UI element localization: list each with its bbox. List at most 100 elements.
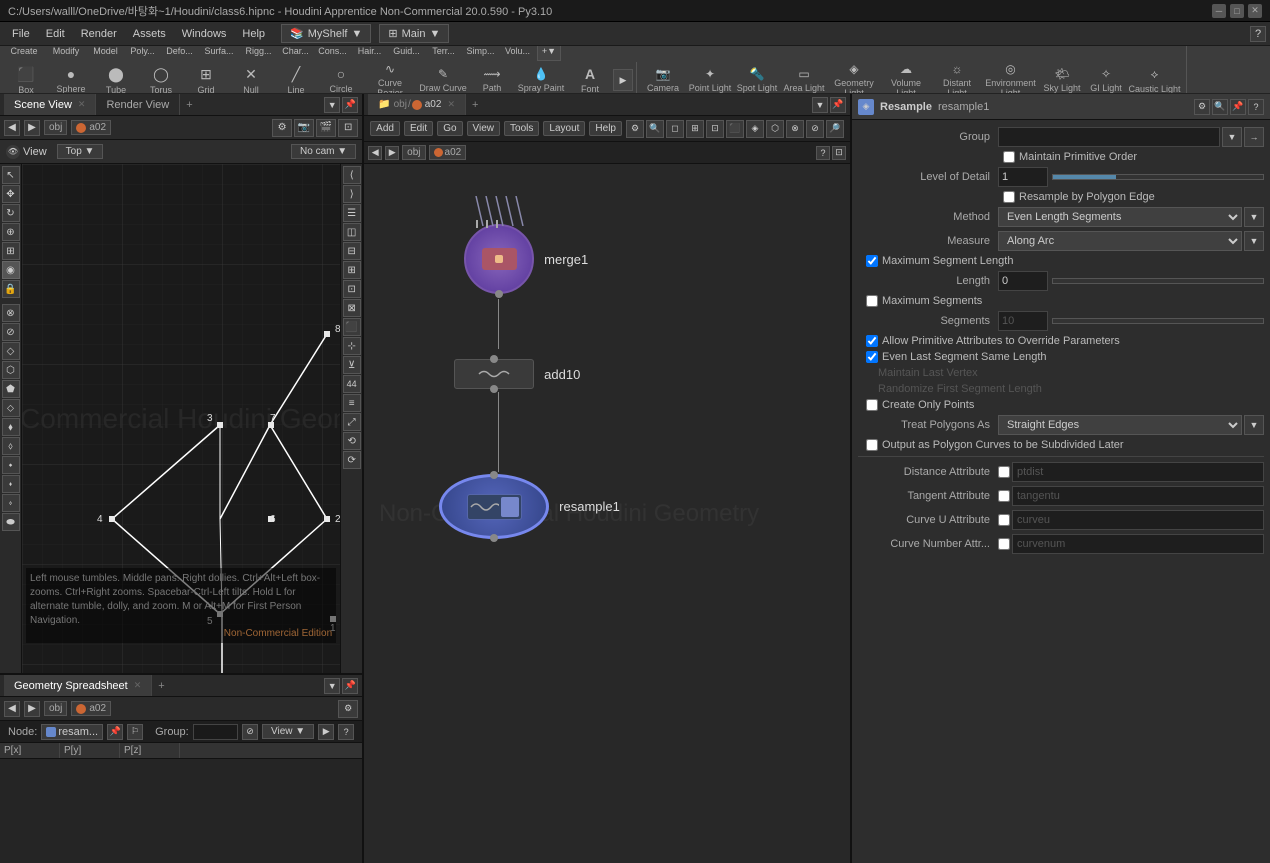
node-flag[interactable]: ⚐ — [127, 724, 143, 740]
tool-line[interactable]: ╱ Line — [274, 69, 318, 91]
scene-path-obj[interactable]: obj — [44, 120, 67, 135]
prop-help[interactable]: ? — [1248, 99, 1264, 115]
net-tool-1[interactable]: ⚙ — [626, 120, 644, 138]
net-maximize[interactable]: ⊡ — [832, 146, 846, 160]
prop-treat-poly-select[interactable]: Straight Edges Subdivision Curves — [998, 415, 1242, 435]
tool-curve-bezier[interactable]: ∿ Curve Bezier — [364, 69, 416, 91]
prop-maintain-prim-cb[interactable] — [1003, 151, 1015, 163]
toolbar-terr[interactable]: Terr... — [426, 46, 461, 61]
prop-lod-track[interactable] — [1052, 174, 1264, 180]
rptool-1[interactable]: ⟨ — [343, 166, 361, 184]
tool-geo-light[interactable]: ◈ Geometry Light — [828, 69, 880, 91]
geo-path-context[interactable]: a02 — [71, 701, 111, 716]
prop-search[interactable]: 🔍 — [1212, 99, 1228, 115]
net-edit[interactable]: Edit — [404, 121, 433, 136]
toolbar-rigg[interactable]: Rigg... — [241, 46, 276, 61]
rptool-14[interactable]: ⤢ — [343, 413, 361, 431]
tool-camera[interactable]: 📷 Camera — [640, 69, 686, 91]
add-geo-tab[interactable]: + — [152, 678, 170, 694]
menu-edit[interactable]: Edit — [38, 26, 73, 42]
net-nav-back[interactable]: ◀ — [368, 146, 382, 160]
vptool-5[interactable]: ⬟ — [2, 380, 20, 398]
vptool-6[interactable]: ⬦ — [2, 399, 20, 417]
rptool-12[interactable]: 44 — [343, 375, 361, 393]
net-tool-7[interactable]: ◈ — [746, 120, 764, 138]
tab-scene-view[interactable]: Scene View ✕ — [4, 94, 96, 115]
tool-null[interactable]: ✕ Null — [229, 69, 273, 91]
maximize-button[interactable]: □ — [1230, 4, 1244, 18]
workspace-selector[interactable]: ⊞ Main ▼ — [379, 24, 449, 43]
tool-font[interactable]: A Font — [568, 69, 612, 91]
tool-draw-curve[interactable]: ✎ Draw Curve — [417, 69, 469, 91]
vp-maximize[interactable]: ⊡ — [338, 119, 358, 137]
group-filter[interactable]: ⊘ — [242, 724, 258, 740]
prop-settings[interactable]: ⚙ — [1194, 99, 1210, 115]
toolbar-hair[interactable]: Hair... — [352, 46, 387, 61]
tool-volume-light[interactable]: ☁ Volume Light — [881, 69, 931, 91]
prop-curve-u-input[interactable] — [1012, 510, 1264, 530]
network-pin[interactable]: 📌 — [830, 97, 846, 113]
prop-curve-num-input[interactable] — [1012, 534, 1264, 554]
scene-pin[interactable]: 📌 — [342, 97, 358, 113]
toolbar-modify[interactable]: Modify — [46, 46, 86, 61]
viewport-camera-dropdown[interactable]: Top ▼ — [57, 144, 104, 159]
network-tab-close[interactable]: ✕ — [447, 99, 455, 110]
prop-even-last-cb[interactable] — [866, 351, 878, 363]
network-tab-menu[interactable]: ▼ — [812, 97, 828, 113]
node-resample1[interactable]: resample1 — [439, 474, 620, 539]
scene-tab-close[interactable]: ✕ — [78, 99, 86, 110]
toolbar-surface[interactable]: Surfa... — [199, 46, 239, 61]
prop-treat-poly-menu[interactable]: ▼ — [1244, 415, 1264, 435]
vptool-active[interactable]: ◉ — [2, 261, 20, 279]
vptool-4[interactable]: ⬡ — [2, 361, 20, 379]
rptool-4[interactable]: ◫ — [343, 223, 361, 241]
geo-settings[interactable]: ⚙ — [338, 700, 358, 718]
toolbar-volu[interactable]: Volu... — [500, 46, 535, 61]
add-network-tab[interactable]: + — [466, 97, 484, 113]
rptool-13[interactable]: ≡ — [343, 394, 361, 412]
net-tool-6[interactable]: ⬛ — [726, 120, 744, 138]
tool-tube[interactable]: ⬤ Tube — [94, 69, 138, 91]
vptool-10[interactable]: ⬪ — [2, 475, 20, 493]
tool-sphere[interactable]: ● Sphere — [49, 69, 93, 91]
shape-tools-more[interactable]: ▶ — [613, 69, 633, 91]
help-button[interactable]: ? — [1250, 26, 1266, 42]
vptool-12[interactable]: ⬬ — [2, 513, 20, 531]
node-add10[interactable]: add10 — [454, 359, 580, 389]
rptool-7[interactable]: ⊡ — [343, 280, 361, 298]
prop-dist-attr-input[interactable] — [1012, 462, 1264, 482]
vp-settings[interactable]: ⚙ — [272, 119, 292, 137]
vptool-select[interactable]: ↖ — [2, 166, 20, 184]
prop-lod-input[interactable] — [998, 167, 1048, 187]
net-tool-5[interactable]: ⊡ — [706, 120, 724, 138]
rptool-8[interactable]: ⊠ — [343, 299, 361, 317]
node-pin-icon[interactable]: 📌 — [107, 724, 123, 740]
toolbar-char[interactable]: Char... — [278, 46, 313, 61]
prop-tan-attr-cb[interactable] — [998, 490, 1010, 502]
prop-length-input[interactable] — [998, 271, 1048, 291]
nav-forward[interactable]: ▶ — [24, 120, 40, 136]
toolbar-model[interactable]: Model — [88, 46, 123, 61]
tool-torus[interactable]: ◯ Torus — [139, 69, 183, 91]
close-button[interactable]: ✕ — [1248, 4, 1262, 18]
vptool-move[interactable]: ✥ — [2, 185, 20, 203]
rptool-6[interactable]: ⊞ — [343, 261, 361, 279]
net-tool-4[interactable]: ⊞ — [686, 120, 704, 138]
shelf-area[interactable]: 📚 MyShelf ▼ — [281, 24, 371, 43]
prop-output-poly-cb[interactable] — [866, 439, 878, 451]
vp-camera[interactable]: 📷 — [294, 119, 314, 137]
tab-render-view[interactable]: Render View — [96, 94, 180, 115]
tool-caustic-light[interactable]: ⟡ Caustic Light — [1127, 69, 1182, 91]
rptool-3[interactable]: ☰ — [343, 204, 361, 222]
menu-file[interactable]: File — [4, 26, 38, 42]
geo-pin[interactable]: 📌 — [342, 678, 358, 694]
add-view-tab[interactable]: + — [180, 97, 198, 113]
vptool-2[interactable]: ⊘ — [2, 323, 20, 341]
rptool-9[interactable]: ⬛ — [343, 318, 361, 336]
tool-spot-light[interactable]: 🔦 Spot Light — [734, 69, 780, 91]
net-tool-3[interactable]: ◻ — [666, 120, 684, 138]
scene-tab-menu[interactable]: ▼ — [324, 97, 340, 113]
vptool-rotate[interactable]: ↻ — [2, 204, 20, 222]
toolbar-poly[interactable]: Poly... — [125, 46, 160, 61]
tool-grid[interactable]: ⊞ Grid — [184, 69, 228, 91]
